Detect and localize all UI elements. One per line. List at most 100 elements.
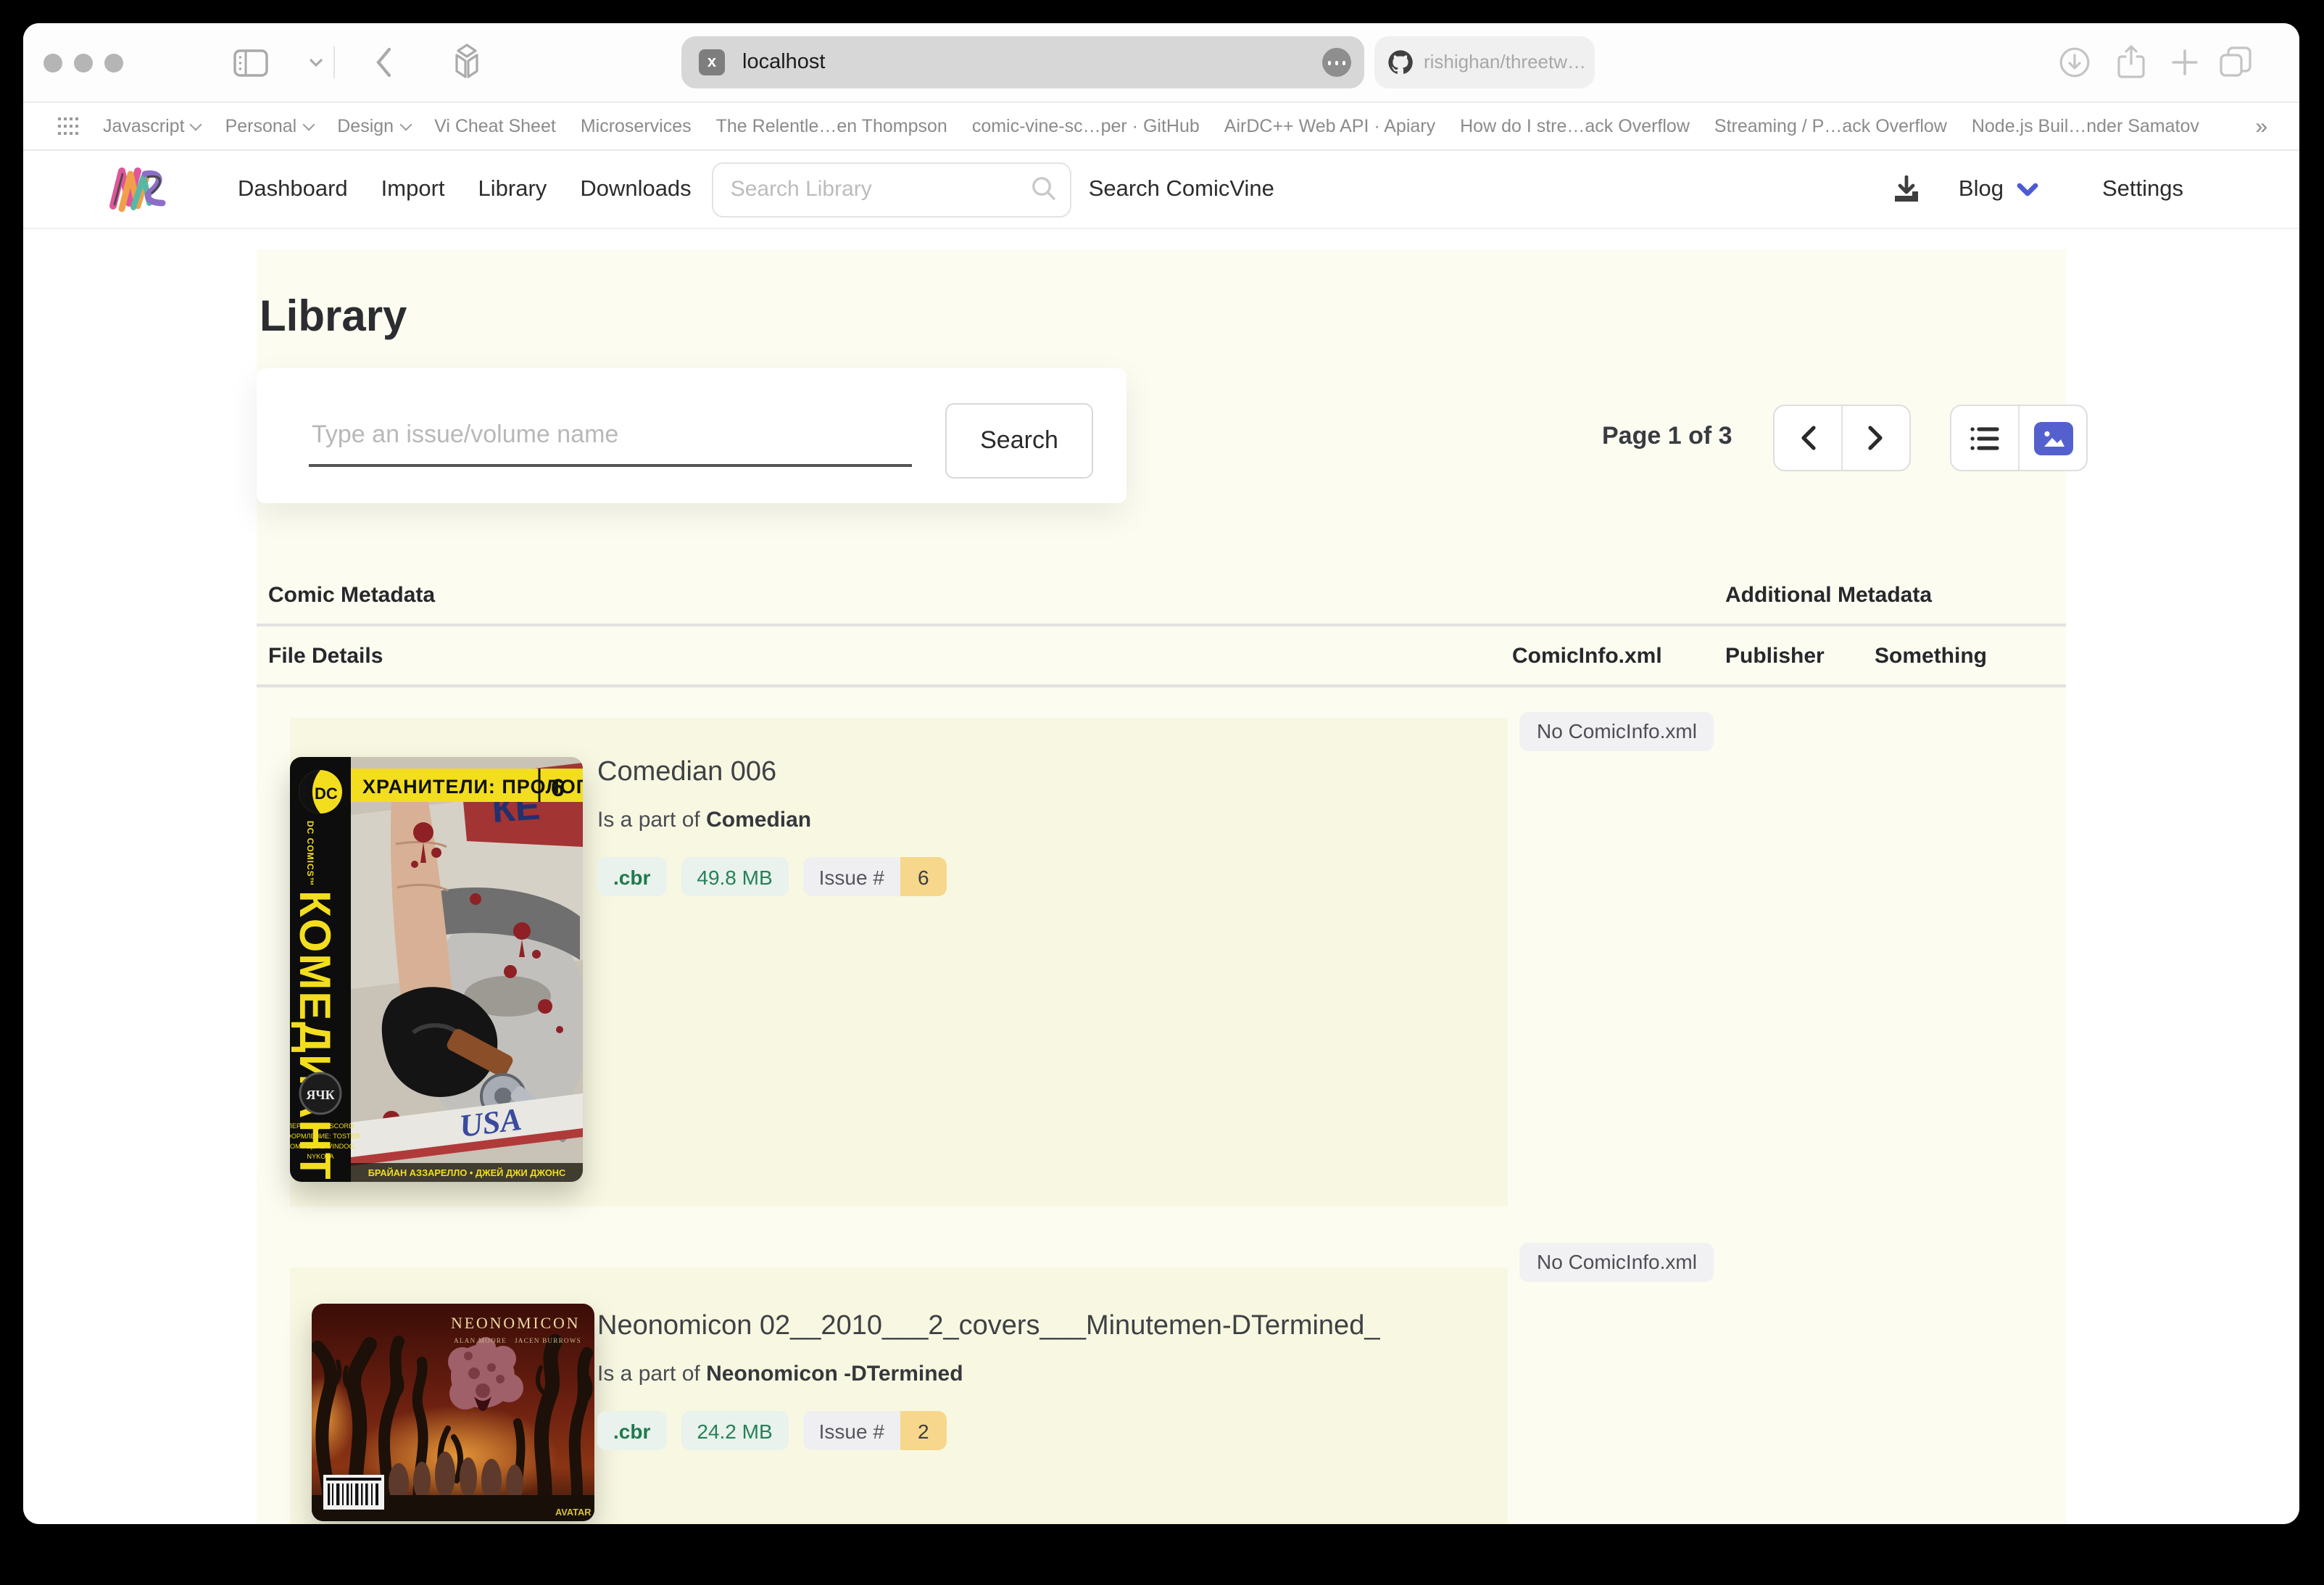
comic-series-name[interactable]: Neonomicon -DTermined (706, 1362, 963, 1386)
nav-import[interactable]: Import (381, 176, 445, 202)
downloads-icon[interactable] (2059, 46, 2091, 78)
extension-box-icon[interactable] (447, 42, 487, 83)
bookmark-folder[interactable]: Personal (225, 116, 313, 136)
svg-text:AVATAR: AVATAR (555, 1507, 592, 1518)
svg-text:ALAN MOORE: ALAN MOORE (454, 1337, 507, 1344)
traffic-light-close[interactable] (43, 54, 62, 73)
comicinfo-status-badge: No ComicInfo.xml (1519, 712, 1714, 751)
nav-library[interactable]: Library (478, 176, 547, 202)
file-size-badge: 49.8 MB (681, 857, 788, 896)
back-button-icon[interactable] (374, 46, 393, 78)
svg-text:ЯЧК: ЯЧК (306, 1088, 334, 1102)
svg-text:ХРАНИТЕЛИ: ПРОЛОГ: ХРАНИТЕЛИ: ПРОЛОГ (362, 776, 583, 798)
bookmark-item[interactable]: Vi Cheat Sheet (434, 116, 556, 136)
table-group-header: Comic Metadata (268, 583, 435, 608)
search-icon (1031, 175, 1057, 201)
comic-badges: .cbr 24.2 MB Issue # 2 (597, 1411, 1379, 1450)
traffic-light-minimize[interactable] (74, 54, 93, 73)
bookmark-folder[interactable]: Javascript (103, 116, 201, 136)
table-divider (257, 684, 2066, 687)
comic-cover-comedian[interactable]: КЕ (290, 757, 583, 1182)
comic-details: Comedian 006 Is a part of Comedian .cbr … (597, 757, 961, 896)
bookmark-item[interactable]: Node.js Buil…nder Samatov (1972, 116, 2199, 136)
extension-badge-icon: x (699, 49, 725, 75)
bookmarks-overflow-chevron[interactable]: » (2255, 114, 2267, 138)
list-view-icon (1970, 426, 1999, 450)
file-extension-badge: .cbr (597, 1411, 666, 1450)
bookmark-item[interactable]: How do I stre…ack Overflow (1460, 116, 1690, 136)
column-header-comicinfo: ComicInfo.xml (1512, 644, 1662, 669)
comic-details: Neonomicon 02__2010___2_covers___Minutem… (597, 1311, 1379, 1450)
share-icon[interactable] (2115, 44, 2147, 81)
comicinfo-status-badge: No ComicInfo.xml (1519, 1243, 1714, 1282)
sidebar-chevron-icon[interactable] (309, 58, 323, 68)
svg-text:NEONOMICON: NEONOMICON (451, 1314, 580, 1332)
more-options-icon[interactable] (1322, 48, 1351, 77)
comic-cover-neonomicon[interactable]: NEONOMICON ALAN MOORE JACEN BURROWS (312, 1304, 594, 1521)
comic-title[interactable]: Neonomicon 02__2010___2_covers___Minutem… (597, 1311, 1379, 1343)
table-group-header: Additional Metadata (1725, 583, 1932, 608)
new-tab-icon[interactable] (2170, 48, 2199, 77)
prev-page-button[interactable] (1775, 406, 1841, 470)
address-bar[interactable]: x localhost (681, 36, 1364, 88)
comic-title[interactable]: Comedian 006 (597, 757, 961, 789)
image-view-icon (2033, 421, 2072, 455)
comic-series-line: Is a part of Neonomicon -DTermined (597, 1362, 1379, 1386)
address-text: localhost (742, 36, 825, 88)
nav-settings[interactable]: Settings (2102, 176, 2183, 202)
nav-downloads[interactable]: Downloads (580, 176, 691, 202)
page-title: Library (260, 293, 407, 342)
chevron-left-icon (1799, 425, 1817, 451)
sidebar-toggle-icon[interactable] (233, 49, 268, 77)
github-icon (1387, 49, 1414, 75)
desktop: x localhost rishighan/threetw… (0, 0, 2324, 1585)
library-section: Library Search Page 1 of 3 (257, 249, 2066, 1524)
blog-chevron-down-icon[interactable] (2017, 182, 2038, 196)
gallery-view-button[interactable] (2018, 406, 2086, 470)
bookmark-item[interactable]: Microservices (581, 116, 692, 136)
svg-text:ПЕРЕВОД: DISCORD: ПЕРЕВОД: DISCORD (290, 1122, 354, 1130)
comic-series-name[interactable]: Comedian (706, 808, 811, 832)
tab-overview-icon[interactable] (2218, 45, 2253, 80)
chevron-down-icon (302, 118, 315, 131)
bookmarks-bar: Javascript Personal Design Vi Cheat Shee… (23, 102, 2299, 151)
view-toggle (1950, 405, 2088, 471)
page-content: Library Search Page 1 of 3 (23, 229, 2299, 1524)
nav-blog[interactable]: Blog (1959, 176, 2004, 202)
svg-text:6: 6 (551, 774, 565, 802)
comic-row: NEONOMICON ALAN MOORE JACEN BURROWS (290, 1267, 1508, 1524)
chevron-right-icon (1867, 425, 1885, 451)
svg-text:NYKOLA: NYKOLA (307, 1153, 334, 1160)
library-search-input[interactable] (712, 162, 1071, 217)
bookmark-item[interactable]: Streaming / P…ack Overflow (1714, 116, 1947, 136)
nav-dashboard[interactable]: Dashboard (238, 176, 348, 202)
svg-text:ПОМОЩЬ: LAVINDOC,: ПОМОЩЬ: LAVINDOC, (290, 1143, 356, 1150)
svg-text:ОФОРМЛЕНИЕ: TOSTER: ОФОРМЛЕНИЕ: TOSTER (290, 1133, 360, 1140)
search-button[interactable]: Search (945, 403, 1093, 479)
file-size-badge: 24.2 MB (681, 1411, 788, 1450)
downloads-tray-icon[interactable] (1892, 175, 1921, 204)
bookmark-item[interactable]: AirDC++ Web API · Apiary (1224, 116, 1435, 136)
comic-badges: .cbr 49.8 MB Issue # 6 (597, 857, 961, 896)
list-view-button[interactable] (1951, 406, 2018, 470)
issue-number-badge: 2 (900, 1411, 947, 1450)
next-page-button[interactable] (1841, 406, 1909, 470)
browser-toolbar: x localhost rishighan/threetw… (23, 23, 2299, 102)
traffic-light-zoom[interactable] (104, 54, 123, 73)
column-header-publisher: Publisher (1725, 644, 1825, 669)
app-logo[interactable] (104, 159, 174, 220)
issue-volume-search-input[interactable] (309, 406, 912, 467)
bookmarks-grid-icon[interactable] (58, 116, 78, 136)
bookmark-item[interactable]: comic-vine-sc…per · GitHub (972, 116, 1200, 136)
pagination-label: Page 1 of 3 (1602, 422, 1732, 451)
issue-label-badge: Issue # (803, 1411, 900, 1450)
comic-series-line: Is a part of Comedian (597, 808, 961, 832)
app-navbar: Dashboard Import Library Downloads Searc… (23, 151, 2299, 229)
issue-number-badge: 6 (900, 857, 947, 896)
background-tab[interactable]: rishighan/threetw… (1374, 36, 1595, 88)
bookmark-folder[interactable]: Design (337, 116, 410, 136)
nav-search-comicvine[interactable]: Search ComicVine (1089, 176, 1274, 202)
library-search-card: Search (257, 368, 1126, 503)
bookmark-item[interactable]: The Relentle…en Thompson (716, 116, 947, 136)
issue-label-badge: Issue # (803, 857, 900, 896)
